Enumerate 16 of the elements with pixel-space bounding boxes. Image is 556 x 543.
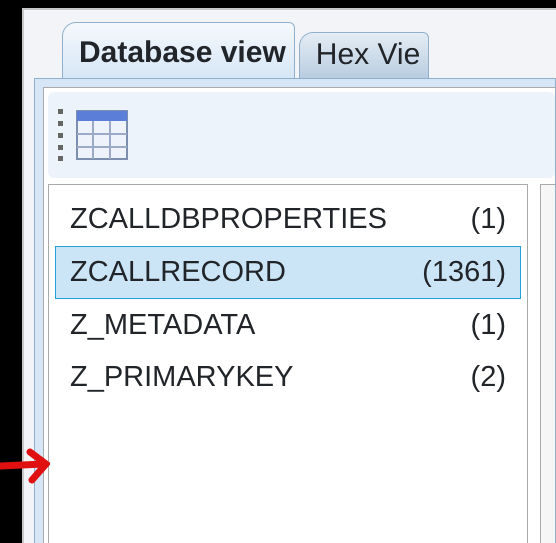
table-icon[interactable] (76, 110, 128, 160)
row-count: (1) (470, 308, 506, 342)
table-name: Z_PRIMARYKEY (70, 360, 294, 396)
toolbar-grip (58, 109, 64, 161)
table-name: ZCALLRECORD (70, 254, 286, 290)
row-count: (1) (470, 202, 506, 237)
table-list-item[interactable]: ZCALLDBPROPERTIES (1) (55, 193, 521, 246)
tab[interactable]: Hex Vie (298, 32, 430, 78)
table-list-item[interactable]: ZCALLRECORD (1361) (55, 246, 521, 299)
table-list-item[interactable]: Z_METADATA (1) (55, 298, 521, 352)
table-name: ZCALLDBPROPERTIES (70, 202, 387, 237)
tab[interactable]: Database view (62, 22, 295, 78)
row-count: (2) (470, 360, 506, 396)
table-name: Z_METADATA (70, 308, 256, 342)
row-count: (1361) (422, 254, 506, 290)
table-list-item[interactable]: Z_PRIMARYKEY (2) (55, 351, 521, 404)
